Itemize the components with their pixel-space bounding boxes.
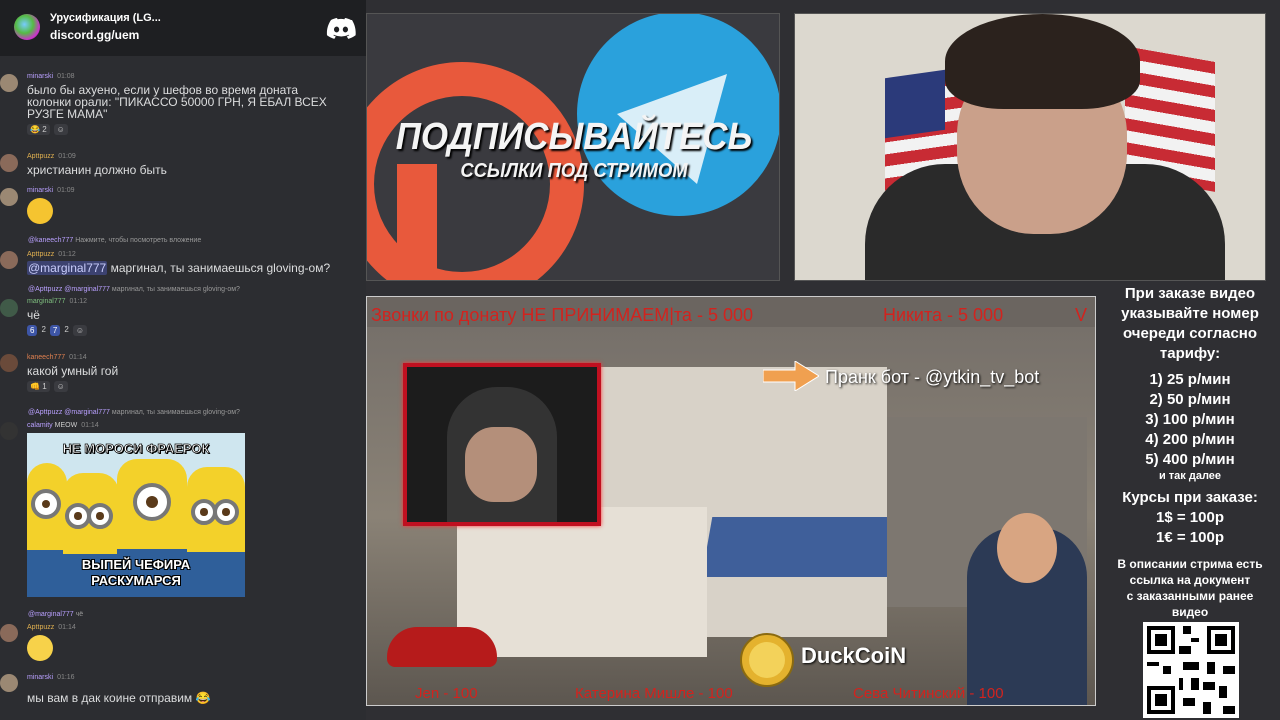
reply-preview[interactable]: @kaneech777 Нажмите, чтобы посмотреть вл… <box>28 237 201 244</box>
message-time: 01:14 <box>81 422 99 429</box>
message-time: 01:08 <box>57 73 75 80</box>
stream-video: Звонки по донату НЕ ПРИНИМАЕМ|та - 5 000… <box>366 296 1096 706</box>
message-time: 01:14 <box>58 624 76 631</box>
message-time: 01:09 <box>58 153 76 160</box>
order-instructions: При заказе видео указывайте номер очеред… <box>1121 285 1259 362</box>
donor-entry: Катерина Мишле - 100 <box>575 685 733 702</box>
streamer-webcam <box>403 363 601 526</box>
discord-server-header[interactable]: Урусификация (LG... discord.gg/uem <box>0 0 366 56</box>
confused-emoji-icon <box>27 635 53 661</box>
arrow-right-icon <box>763 361 819 391</box>
avatar <box>0 74 18 92</box>
duckcoin-label: DuckCoiN <box>801 643 907 668</box>
person-hair <box>945 14 1140 109</box>
message-author[interactable]: calamity <box>27 422 53 429</box>
avatar <box>0 354 18 372</box>
tariff-item: 4) 200 р/мин <box>1145 431 1235 448</box>
description-note: В описании стрима есть ссылка на докумен… <box>1117 557 1263 619</box>
message-text: христианин должно быть <box>27 163 167 177</box>
qr-code-icon <box>1143 622 1239 718</box>
tariff-item: 1) 25 р/мин <box>1149 371 1231 388</box>
donation-ticker: Звонки по донату НЕ ПРИНИМАЕМ|та - 5 000… <box>367 301 1095 327</box>
reaction[interactable]: 7 <box>49 325 61 336</box>
tariff-item: 3) 100 р/мин <box>1145 411 1235 428</box>
discord-logo-icon <box>326 18 356 39</box>
subscribe-banner: ПОДПИСЫВАЙТЕСЬ ССЫЛКИ ПОД СТРИМОМ <box>366 13 780 281</box>
ticker-text: V <box>1075 305 1088 325</box>
tariff-list: 1) 25 р/мин 2) 50 р/мин 3) 100 р/мин 4) … <box>1104 370 1276 470</box>
tariff-more-note: и так далее <box>1158 470 1222 482</box>
add-reaction-icon[interactable]: ☺ <box>53 381 68 392</box>
avatar <box>0 674 18 692</box>
message-author[interactable]: marginal777 <box>27 298 66 305</box>
message-author[interactable]: Apttpuzz <box>27 153 54 160</box>
meme-top-text: НЕ МОРОСИ ФРАЕРОК <box>62 441 210 457</box>
message-text: какой умный гой <box>27 364 119 378</box>
laughing-emoji-icon <box>27 198 53 224</box>
banner-subtitle: ССЫЛКИ ПОД СТРИМОМ <box>460 160 688 182</box>
discord-chat-panel: Урусификация (LG... discord.gg/uem minar… <box>0 0 366 720</box>
message-time: 01:14 <box>69 354 87 361</box>
meme-image[interactable]: НЕ МОРОСИ ФРАЕРОК ВЫПЕЙ ЧЕФИРА РАСКУМАРСЯ <box>27 433 245 597</box>
add-reaction-icon[interactable]: ☺ <box>72 325 87 336</box>
message-author[interactable]: minarski <box>27 187 53 194</box>
avatar <box>0 624 18 642</box>
add-reaction-icon[interactable]: ☺ <box>53 124 68 135</box>
server-icon <box>14 14 40 40</box>
message-time: 01:12 <box>69 298 88 305</box>
message-author[interactable]: Apttpuzz <box>27 624 54 631</box>
message-text: чё <box>27 308 40 322</box>
ticker-text: Никита - 5 000 <box>883 305 1004 325</box>
rate-item: 1€ = 100р <box>1156 529 1224 546</box>
message-time: 01:16 <box>57 674 75 681</box>
toy-car <box>387 627 497 667</box>
avatar <box>0 299 18 317</box>
order-info-panel: При заказе видео указывайте номер очеред… <box>1104 284 1276 620</box>
user-mention[interactable]: @marginal777 <box>27 261 108 275</box>
reaction[interactable]: 👊 1 <box>27 381 50 392</box>
webcam-video <box>794 13 1266 281</box>
avatar <box>0 251 18 269</box>
server-name: Урусификация (LG... <box>50 12 161 24</box>
reply-preview[interactable]: @marginal777 чё <box>28 611 83 618</box>
laughing-emoji-icon: 😂 <box>195 691 211 705</box>
tariff-item: 5) 400 р/мин <box>1145 451 1235 468</box>
reply-preview[interactable]: @Apttpuzz @marginal777 маргинал, ты зани… <box>28 286 240 293</box>
tariff-item: 2) 50 р/мин <box>1149 391 1231 408</box>
meme-bottom-text: ВЫПЕЙ ЧЕФИРА РАСКУМАРСЯ <box>81 557 191 588</box>
prank-bot-label: Пранк бот - @ytkin_tv_bot <box>825 367 1040 387</box>
message-author[interactable]: Apttpuzz <box>27 251 54 258</box>
message-time: 01:09 <box>57 187 75 194</box>
member-badge: MEOW <box>54 422 78 429</box>
avatar <box>0 422 18 440</box>
message-author[interactable]: minarski <box>27 674 53 681</box>
stairs <box>457 507 707 657</box>
message-text: РУЗГЕ МАМА" <box>27 107 108 121</box>
reaction[interactable]: 😂 2 <box>27 124 50 135</box>
donor-entry: Сева Читинский - 100 <box>853 685 1004 702</box>
reaction[interactable]: 6 <box>27 325 38 336</box>
message-text: мы вам в дак коине отправим 😂 <box>27 691 211 705</box>
reply-preview[interactable]: @Apttpuzz @marginal777 маргинал, ты зани… <box>28 409 240 416</box>
message-author[interactable]: kaneech777 <box>27 354 65 361</box>
rate-item: 1$ = 100р <box>1156 509 1224 526</box>
rates-title: Курсы при заказе: <box>1122 489 1258 506</box>
donors-ticker: Jen - 100 Катерина Мишле - 100 Сева Чити… <box>367 683 1095 705</box>
donor-entry: Jen - 100 <box>415 685 478 702</box>
message-time: 01:12 <box>58 251 76 258</box>
banner-title: ПОДПИСЫВАЙТЕСЬ <box>395 116 753 158</box>
message-text: @marginal777 маргинал, ты занимаешься gl… <box>27 261 331 275</box>
server-invite-link[interactable]: discord.gg/uem <box>50 28 139 42</box>
avatar <box>0 188 18 206</box>
avatar <box>0 154 18 172</box>
ticker-text: Звонки по донату НЕ ПРИНИМАЕМ|та - 5 000 <box>371 305 753 325</box>
message-author[interactable]: minarski <box>27 73 53 80</box>
